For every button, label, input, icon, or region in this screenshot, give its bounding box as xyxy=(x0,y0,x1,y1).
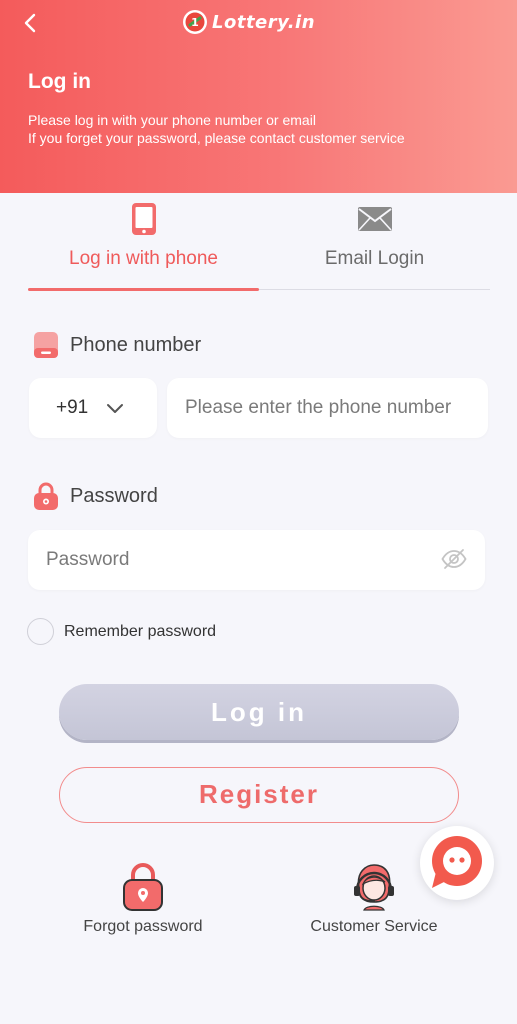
tab-label: Log in with phone xyxy=(69,248,218,269)
tab-phone-login[interactable]: Log in with phone xyxy=(28,198,259,291)
chat-floating-button[interactable] xyxy=(420,826,494,900)
header-banner: 1 Lottery.in Log in Please log in with y… xyxy=(0,0,517,193)
chevron-down-icon xyxy=(107,404,124,413)
lock-icon xyxy=(34,482,58,510)
label-text: Phone number xyxy=(70,333,202,356)
headset-agent-icon xyxy=(354,864,394,911)
chat-bubble-icon xyxy=(432,836,482,888)
label-text: Password xyxy=(70,484,158,507)
phone-field-label: Phone number xyxy=(32,330,201,360)
eye-closed-icon[interactable] xyxy=(441,548,467,570)
brand-name: Lottery.in xyxy=(212,11,316,33)
radio-circle[interactable] xyxy=(27,618,54,645)
country-code-value: +91 xyxy=(56,397,89,418)
lottery-ball-icon: 1 xyxy=(183,10,207,34)
subtitle-line: Please log in with your phone number or … xyxy=(28,112,316,128)
lock-pin-icon xyxy=(123,863,163,911)
login-button[interactable]: Log in xyxy=(59,684,459,740)
password-field-label: Password xyxy=(32,481,158,511)
login-method-tabs: Log in with phone Email Login xyxy=(28,198,490,291)
password-input[interactable] xyxy=(28,530,485,590)
country-code-select[interactable]: +91 xyxy=(29,378,157,438)
register-button[interactable]: Register xyxy=(59,767,459,823)
envelope-icon xyxy=(357,207,392,231)
page-subtitle: Please log in with your phone number or … xyxy=(28,111,405,147)
link-label: Customer Service xyxy=(310,918,438,935)
tab-label: Email Login xyxy=(324,248,425,269)
remember-label: Remember password xyxy=(64,622,217,640)
phone-number-input[interactable] xyxy=(167,378,488,438)
password-input-wrapper xyxy=(28,530,485,590)
back-arrow-icon[interactable] xyxy=(20,12,42,34)
page-title: Log in xyxy=(28,70,91,93)
remember-password-checkbox[interactable]: Remember password xyxy=(27,618,216,645)
forgot-password-link[interactable]: Forgot password xyxy=(43,862,243,936)
brand-logo: 1 Lottery.in xyxy=(182,9,315,35)
subtitle-line: If you forget your password, please cont… xyxy=(28,130,405,146)
link-label: Forgot password xyxy=(83,918,203,935)
svg-text:1: 1 xyxy=(191,16,199,29)
tab-email-login[interactable]: Email Login xyxy=(259,198,490,290)
phone-icon xyxy=(131,203,156,235)
mobile-icon xyxy=(34,332,58,358)
phone-input-wrapper xyxy=(167,378,488,438)
